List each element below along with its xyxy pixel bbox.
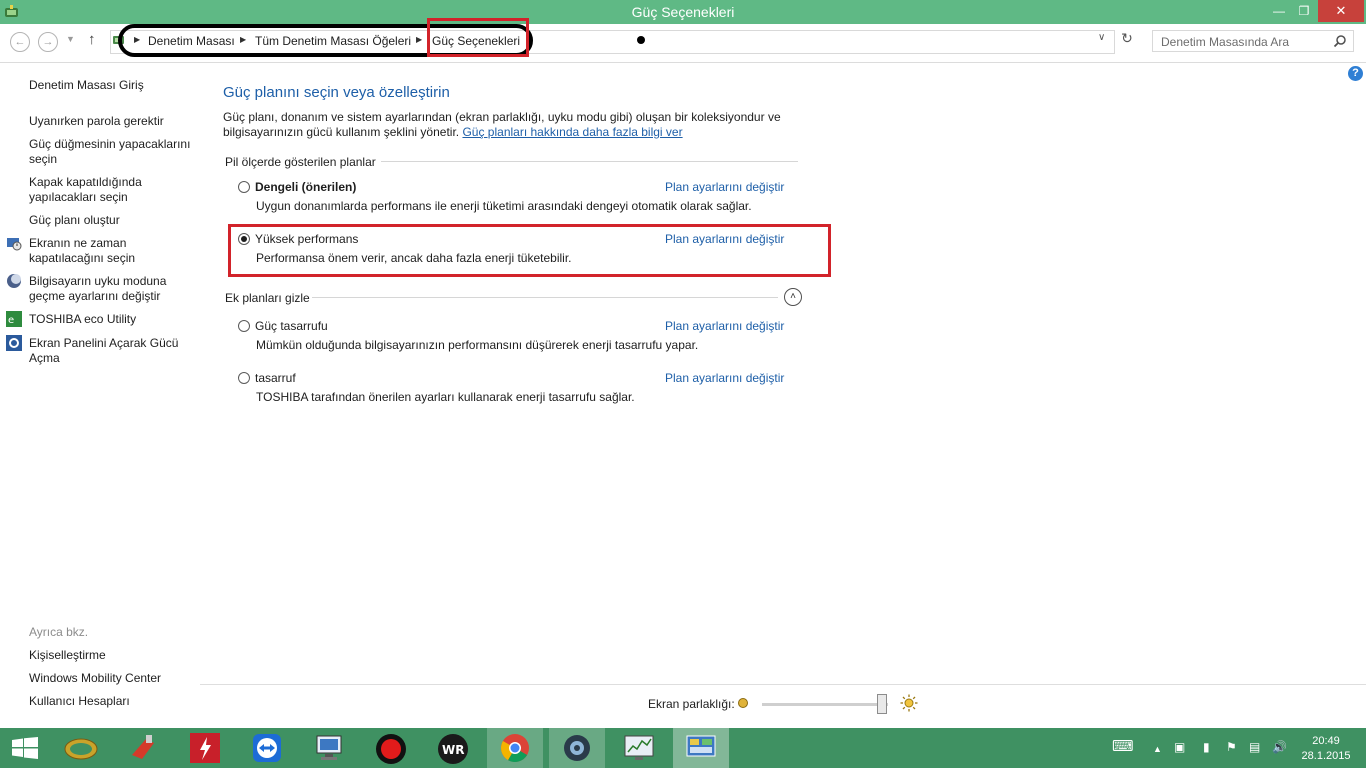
sidebar-item-panel-power-on[interactable]: Ekran Panelini Açarak Gücü Açma (29, 336, 189, 366)
sleep-moon-icon (7, 274, 21, 288)
performance-monitor-icon[interactable] (623, 734, 655, 762)
close-button[interactable]: ✕ (1318, 0, 1364, 22)
display-clock-icon (7, 238, 22, 251)
plan-balanced-description: Uygun donanımlarda performans ile enerji… (256, 199, 752, 213)
plan-power-saver-description: Mümkün olduğunda bilgisayarınızın perfor… (256, 338, 699, 352)
control-panel-icon[interactable] (686, 734, 716, 762)
sidebar-item-create-plan[interactable]: Güç planı oluştur (29, 213, 199, 228)
restore-button[interactable]: ❐ (1292, 0, 1316, 22)
plan-balanced-radio[interactable] (238, 181, 250, 193)
group-shown-plans-label: Pil ölçerde gösterilen planlar (225, 155, 376, 169)
screen-recorder-icon[interactable] (375, 733, 407, 765)
nvidia-icon[interactable]: ▣ (1174, 740, 1185, 754)
sidebar-item-display-off[interactable]: Ekranın ne zaman kapatılacağını seçin (29, 236, 169, 266)
collapse-chevron-icon[interactable]: ˄ (784, 288, 802, 306)
wr-game-icon[interactable]: WR (437, 733, 469, 765)
svg-text:e: e (8, 315, 14, 326)
toshiba-eco-icon: e (6, 311, 22, 327)
plan-balanced-settings-link[interactable]: Plan ayarlarını değiştir (665, 180, 784, 194)
plan-power-saver-name[interactable]: Güç tasarrufu (255, 319, 328, 333)
bottom-divider (200, 684, 1366, 685)
see-also-user-accounts[interactable]: Kullanıcı Hesapları (29, 694, 199, 709)
selected-plan-annotation-box (228, 224, 831, 277)
sidebar-item-power-button[interactable]: Güç düğmesinin yapacaklarını seçin (29, 137, 199, 167)
search-icon[interactable] (1333, 34, 1347, 48)
forward-button[interactable]: → (38, 32, 58, 52)
window-title: Güç Seçenekleri (631, 4, 735, 20)
back-button[interactable]: ← (10, 32, 30, 52)
action-center-flag-icon[interactable]: ⚑ (1226, 740, 1237, 754)
gear-icon (6, 335, 22, 351)
refresh-button[interactable]: ↻ (1118, 30, 1136, 50)
sidebar-item-toshiba-eco[interactable]: TOSHIBA eco Utility (29, 312, 199, 327)
recent-locations-chevron-icon[interactable]: ▼ (66, 34, 75, 44)
address-dropdown-icon[interactable]: ∨ (1098, 32, 1105, 43)
brightness-low-icon (738, 698, 748, 708)
breadcrumb-annotation-box (427, 18, 529, 57)
start-button-icon[interactable] (12, 737, 38, 759)
group-divider (381, 161, 798, 162)
svg-text:WR: WR (442, 743, 464, 757)
volume-icon[interactable]: 🔊 (1272, 740, 1287, 754)
see-also-heading: Ayrıca bkz. (29, 625, 89, 639)
plan-balanced-name[interactable]: Dengeli (önerilen) (255, 180, 356, 194)
sidebar-item-lid-close[interactable]: Kapak kapatıldığında yapılacakları seçin (29, 175, 179, 205)
winrar-icon[interactable] (64, 736, 98, 762)
search-box[interactable]: Denetim Masasında Ara (1152, 30, 1354, 52)
sidebar-control-panel-home[interactable]: Denetim Masası Giriş (29, 78, 199, 93)
plan-toshiba-saver-settings-link[interactable]: Plan ayarlarını değiştir (665, 371, 784, 385)
brightness-slider-thumb[interactable] (876, 694, 887, 714)
media-player-icon[interactable] (562, 733, 592, 763)
plan-toshiba-saver-radio[interactable] (238, 372, 250, 384)
brightness-label: Ekran parlaklığı: (648, 697, 735, 711)
annotation-dot (637, 36, 645, 44)
battery-icon[interactable]: ▮ (1203, 740, 1210, 754)
title-bar: Güç Seçenekleri — ❐ ✕ (0, 0, 1366, 24)
clock-date: 28.1.2015 (1301, 750, 1351, 762)
plan-toshiba-saver-name[interactable]: tasarruf (255, 371, 296, 385)
up-button[interactable]: ↑ (88, 31, 96, 48)
sidebar-item-sleep-settings[interactable]: Bilgisayarın uyku moduna geçme ayarların… (29, 274, 179, 304)
brightness-slider[interactable] (762, 703, 888, 706)
keyboard-icon[interactable]: ⌨ (1112, 737, 1134, 755)
network-icon[interactable]: ▤ (1249, 740, 1260, 754)
group-hidden-plans-label: Ek planları gizle (225, 291, 310, 305)
see-also-mobility-center[interactable]: Windows Mobility Center (29, 671, 199, 686)
clock-time: 20:49 (1312, 735, 1340, 747)
ccleaner-icon[interactable] (128, 733, 158, 763)
flash-player-icon[interactable] (190, 733, 220, 763)
computer-icon[interactable] (314, 734, 346, 762)
learn-more-link[interactable]: Güç planları hakkında daha fazla bilgi v… (462, 125, 682, 139)
group-divider (312, 297, 778, 298)
help-icon[interactable]: ? (1348, 66, 1363, 81)
show-hidden-icons-icon[interactable]: ▲ (1153, 744, 1162, 754)
plan-power-saver-settings-link[interactable]: Plan ayarlarını değiştir (665, 319, 784, 333)
search-placeholder: Denetim Masasında Ara (1161, 35, 1290, 49)
minimize-button[interactable]: — (1268, 0, 1290, 22)
page-title: Güç planını seçin veya özelleştirin (223, 84, 450, 101)
teamviewer-icon[interactable] (252, 733, 282, 763)
see-also-personalization[interactable]: Kişiselleştirme (29, 648, 199, 663)
brightness-high-sun-icon (900, 694, 918, 712)
plan-power-saver-radio[interactable] (238, 320, 250, 332)
chrome-icon[interactable] (500, 733, 530, 763)
sidebar-item-require-password[interactable]: Uyanırken parola gerektir (29, 114, 199, 129)
page-description: Güç planı, donanım ve sistem ayarlarında… (223, 110, 793, 140)
plan-toshiba-saver-description: TOSHIBA tarafından önerilen ayarları kul… (256, 390, 635, 404)
taskbar-clock[interactable]: 20:49 28.1.2015 (1296, 734, 1356, 764)
